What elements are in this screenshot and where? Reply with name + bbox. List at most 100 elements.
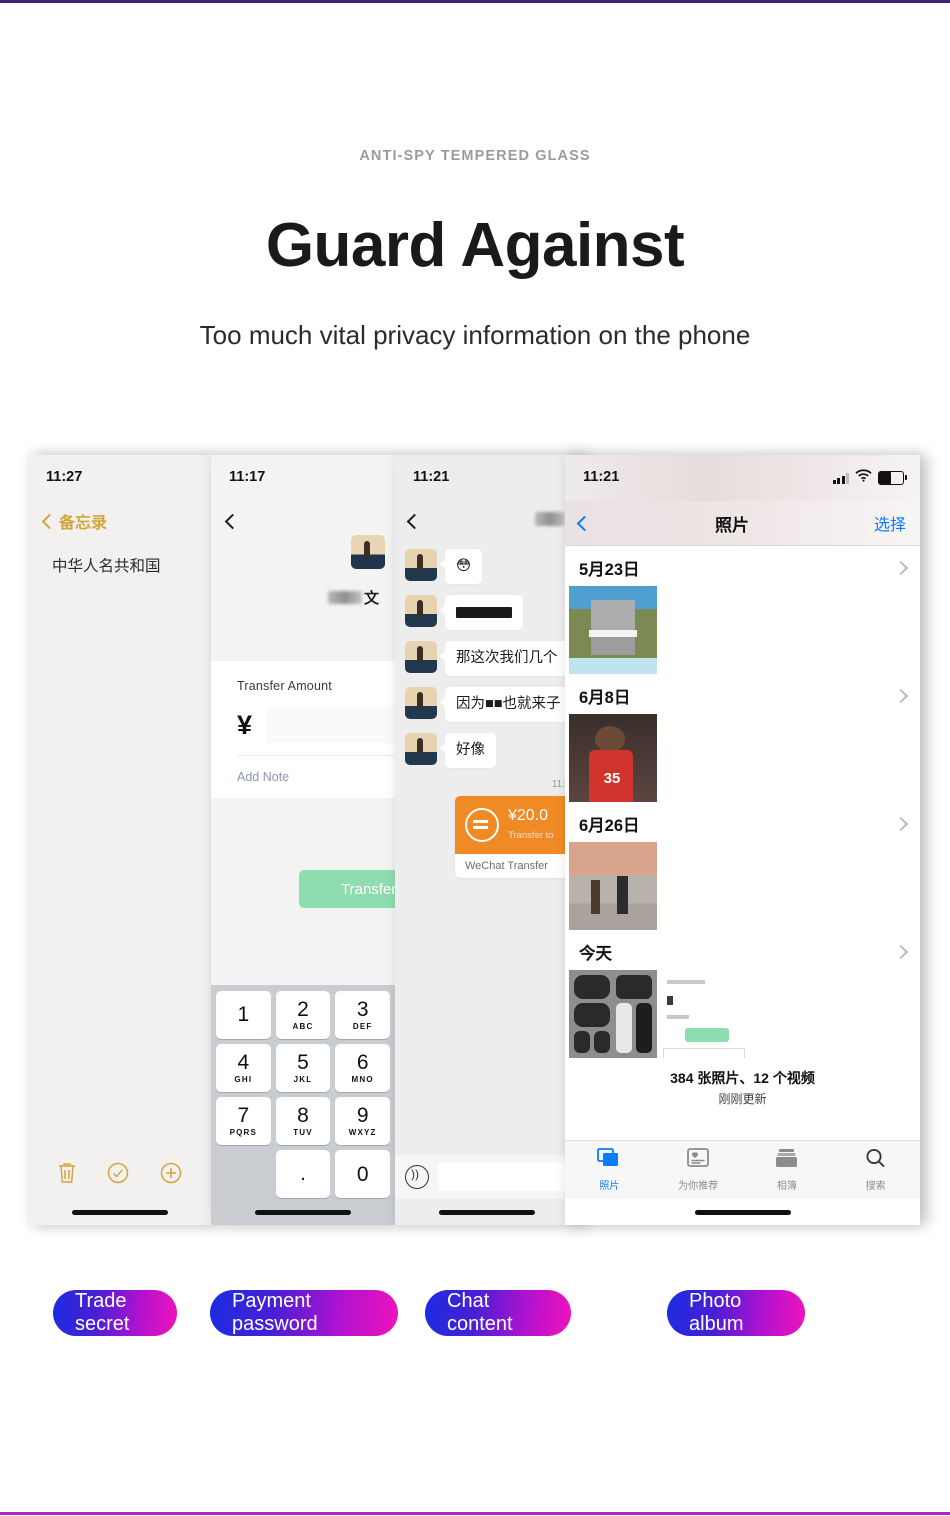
photo-count-summary: 384 张照片、12 个视频 刚刚更新 (565, 1058, 920, 1111)
chevron-left-icon (41, 513, 58, 529)
tab-for-you[interactable]: 为你推荐 (654, 1148, 743, 1192)
privacy-category-pills: Trade secret Payment password Chat conte… (0, 1290, 950, 1346)
key-4[interactable]: 4 GHI (216, 1044, 271, 1092)
note-text: 中华人名共和国 (52, 558, 161, 575)
battery-icon (878, 471, 907, 485)
redacted-text (456, 606, 512, 618)
key-6[interactable]: 6 MNO (335, 1044, 391, 1092)
status-bar: 11:21 (395, 455, 579, 501)
numeric-keypad[interactable]: 1 2 ABC 3 DEF 4 GHI 5 JKL 6 MNO 7 PQRS 8 TUV 9W… (211, 985, 395, 1225)
chat-message-list: 😳 那这次我们几个 因为■■也就来子 好像 (395, 541, 579, 769)
transfer-amount-row: ¥ (237, 707, 395, 756)
photo-section-header[interactable]: 6月8日 (565, 674, 920, 714)
status-clock: 11:21 (413, 469, 450, 485)
photos-nav-bar: 照片 选择 (565, 501, 920, 546)
chat-message (405, 595, 579, 631)
tab-label: 照片 (599, 1181, 620, 1192)
photo-section-header[interactable]: 6月26日 (565, 802, 920, 842)
screenshot-thumbnail[interactable] (569, 970, 657, 1058)
home-indicator (694, 1210, 791, 1215)
key-0[interactable]: 0 (335, 1150, 391, 1198)
tab-albums[interactable]: 相簿 (743, 1148, 832, 1192)
avatar (405, 595, 437, 628)
transfer-header: 文 (211, 501, 395, 661)
chat-nav-bar (395, 501, 579, 541)
section-date: 5月23日 (579, 561, 640, 579)
plus-circle-icon[interactable] (159, 1161, 183, 1185)
chat-input-bar[interactable] (395, 1155, 579, 1199)
photo-thumbnail[interactable] (569, 586, 657, 674)
key-2[interactable]: 2 ABC (275, 991, 331, 1039)
status-clock: 11:17 (229, 469, 266, 485)
home-indicator (255, 1210, 351, 1215)
status-indicators (832, 469, 907, 487)
key-5[interactable]: 5 JKL (275, 1044, 331, 1092)
photo-section-header[interactable]: 5月23日 (565, 546, 920, 586)
chat-timestamp: 11: (551, 779, 565, 791)
check-circle-icon[interactable] (106, 1161, 130, 1185)
redacted-name (327, 591, 362, 604)
foryou-icon (687, 1148, 710, 1173)
photo-thumbnail[interactable]: 35 (569, 714, 657, 802)
chat-message: 因为■■也就来子 (405, 687, 579, 723)
chevron-right-icon (893, 944, 909, 960)
amount-input[interactable] (266, 707, 395, 743)
key-blank (216, 1150, 271, 1198)
notes-back-button[interactable]: 备忘录 (28, 501, 211, 541)
key-9[interactable]: 9 WXYZ (335, 1097, 391, 1145)
chevron-left-icon[interactable] (576, 515, 593, 531)
home-indicator (439, 1210, 535, 1215)
transfer-submit-button[interactable]: Transfer (299, 870, 395, 908)
status-bar: 11:27 (28, 455, 211, 501)
screenshot-thumbnail[interactable] (659, 970, 747, 1058)
transfer-card: Transfer Amount ¥ Add Note (211, 661, 395, 798)
photo-section-header[interactable]: 今天 (565, 930, 920, 970)
transfer-card-footer: WeChat Transfer (465, 860, 548, 873)
avatar (405, 687, 437, 720)
transfer-card-amount: ¥20.0 (508, 806, 549, 824)
phone-screen-photos: 11:21 照片 选择 5月23日 6月8日 35 6月26日 今天 384 张… (565, 455, 920, 1225)
chat-bubble: 好像 (440, 733, 496, 769)
chat-message: 好像 (405, 733, 579, 769)
avatar (405, 641, 437, 674)
notes-toolbar (28, 1161, 211, 1185)
select-button[interactable]: 选择 (874, 511, 906, 535)
top-rule (0, 0, 950, 3)
bottom-rule (0, 1512, 950, 1515)
chat-bubble (440, 595, 523, 631)
page-subtitle: Too much vital privacy information on th… (199, 320, 751, 350)
key-8[interactable]: 8 TUV (275, 1097, 331, 1145)
chevron-right-icon (893, 688, 909, 704)
tab-label: 相簿 (776, 1181, 797, 1192)
key-3[interactable]: 3 DEF (335, 991, 391, 1039)
avatar (405, 733, 437, 766)
add-note-link[interactable]: Add Note (237, 770, 395, 784)
section-date: 6月26日 (579, 817, 640, 835)
chevron-left-icon[interactable] (406, 513, 423, 529)
wechat-transfer-card[interactable]: ¥20.0 Transfer to WeChat Transfer (455, 796, 579, 879)
tab-photos[interactable]: 照片 (565, 1148, 654, 1192)
key-7[interactable]: 7 PQRS (216, 1097, 271, 1145)
chat-text-field[interactable] (438, 1163, 569, 1191)
albums-icon (775, 1148, 798, 1173)
photo-thumb-row (565, 586, 920, 674)
pill-chat-content[interactable]: Chat content (425, 1290, 571, 1336)
key-1[interactable]: 1 (216, 991, 271, 1039)
phone-screen-chat: 11:21 😳 那这次我们几个 因为■■也就来子 好像 11: ¥20.0 Tr… (395, 455, 579, 1225)
photo-count-line: 384 张照片、12 个视频 (670, 1070, 815, 1086)
photos-title: 照片 (714, 515, 749, 535)
chevron-right-icon (893, 560, 909, 576)
pill-payment-password[interactable]: Payment password (210, 1290, 398, 1336)
voice-icon[interactable] (405, 1165, 429, 1189)
photo-thumb-row: 35 (565, 714, 920, 802)
pill-photo-album[interactable]: Photo album (667, 1290, 805, 1336)
photos-icon (597, 1148, 621, 1173)
tab-search[interactable]: 搜索 (831, 1148, 920, 1192)
pill-trade-secret[interactable]: Trade secret (53, 1290, 177, 1336)
photo-thumbnail[interactable] (569, 842, 657, 930)
trash-icon[interactable] (56, 1161, 78, 1185)
key-decimal[interactable]: . (275, 1150, 331, 1198)
photo-thumb-row (565, 970, 920, 1058)
chat-message: 那这次我们几个 (405, 641, 579, 677)
keypad-row: 7 PQRS 8 TUV 9 WXYZ (211, 1097, 395, 1150)
